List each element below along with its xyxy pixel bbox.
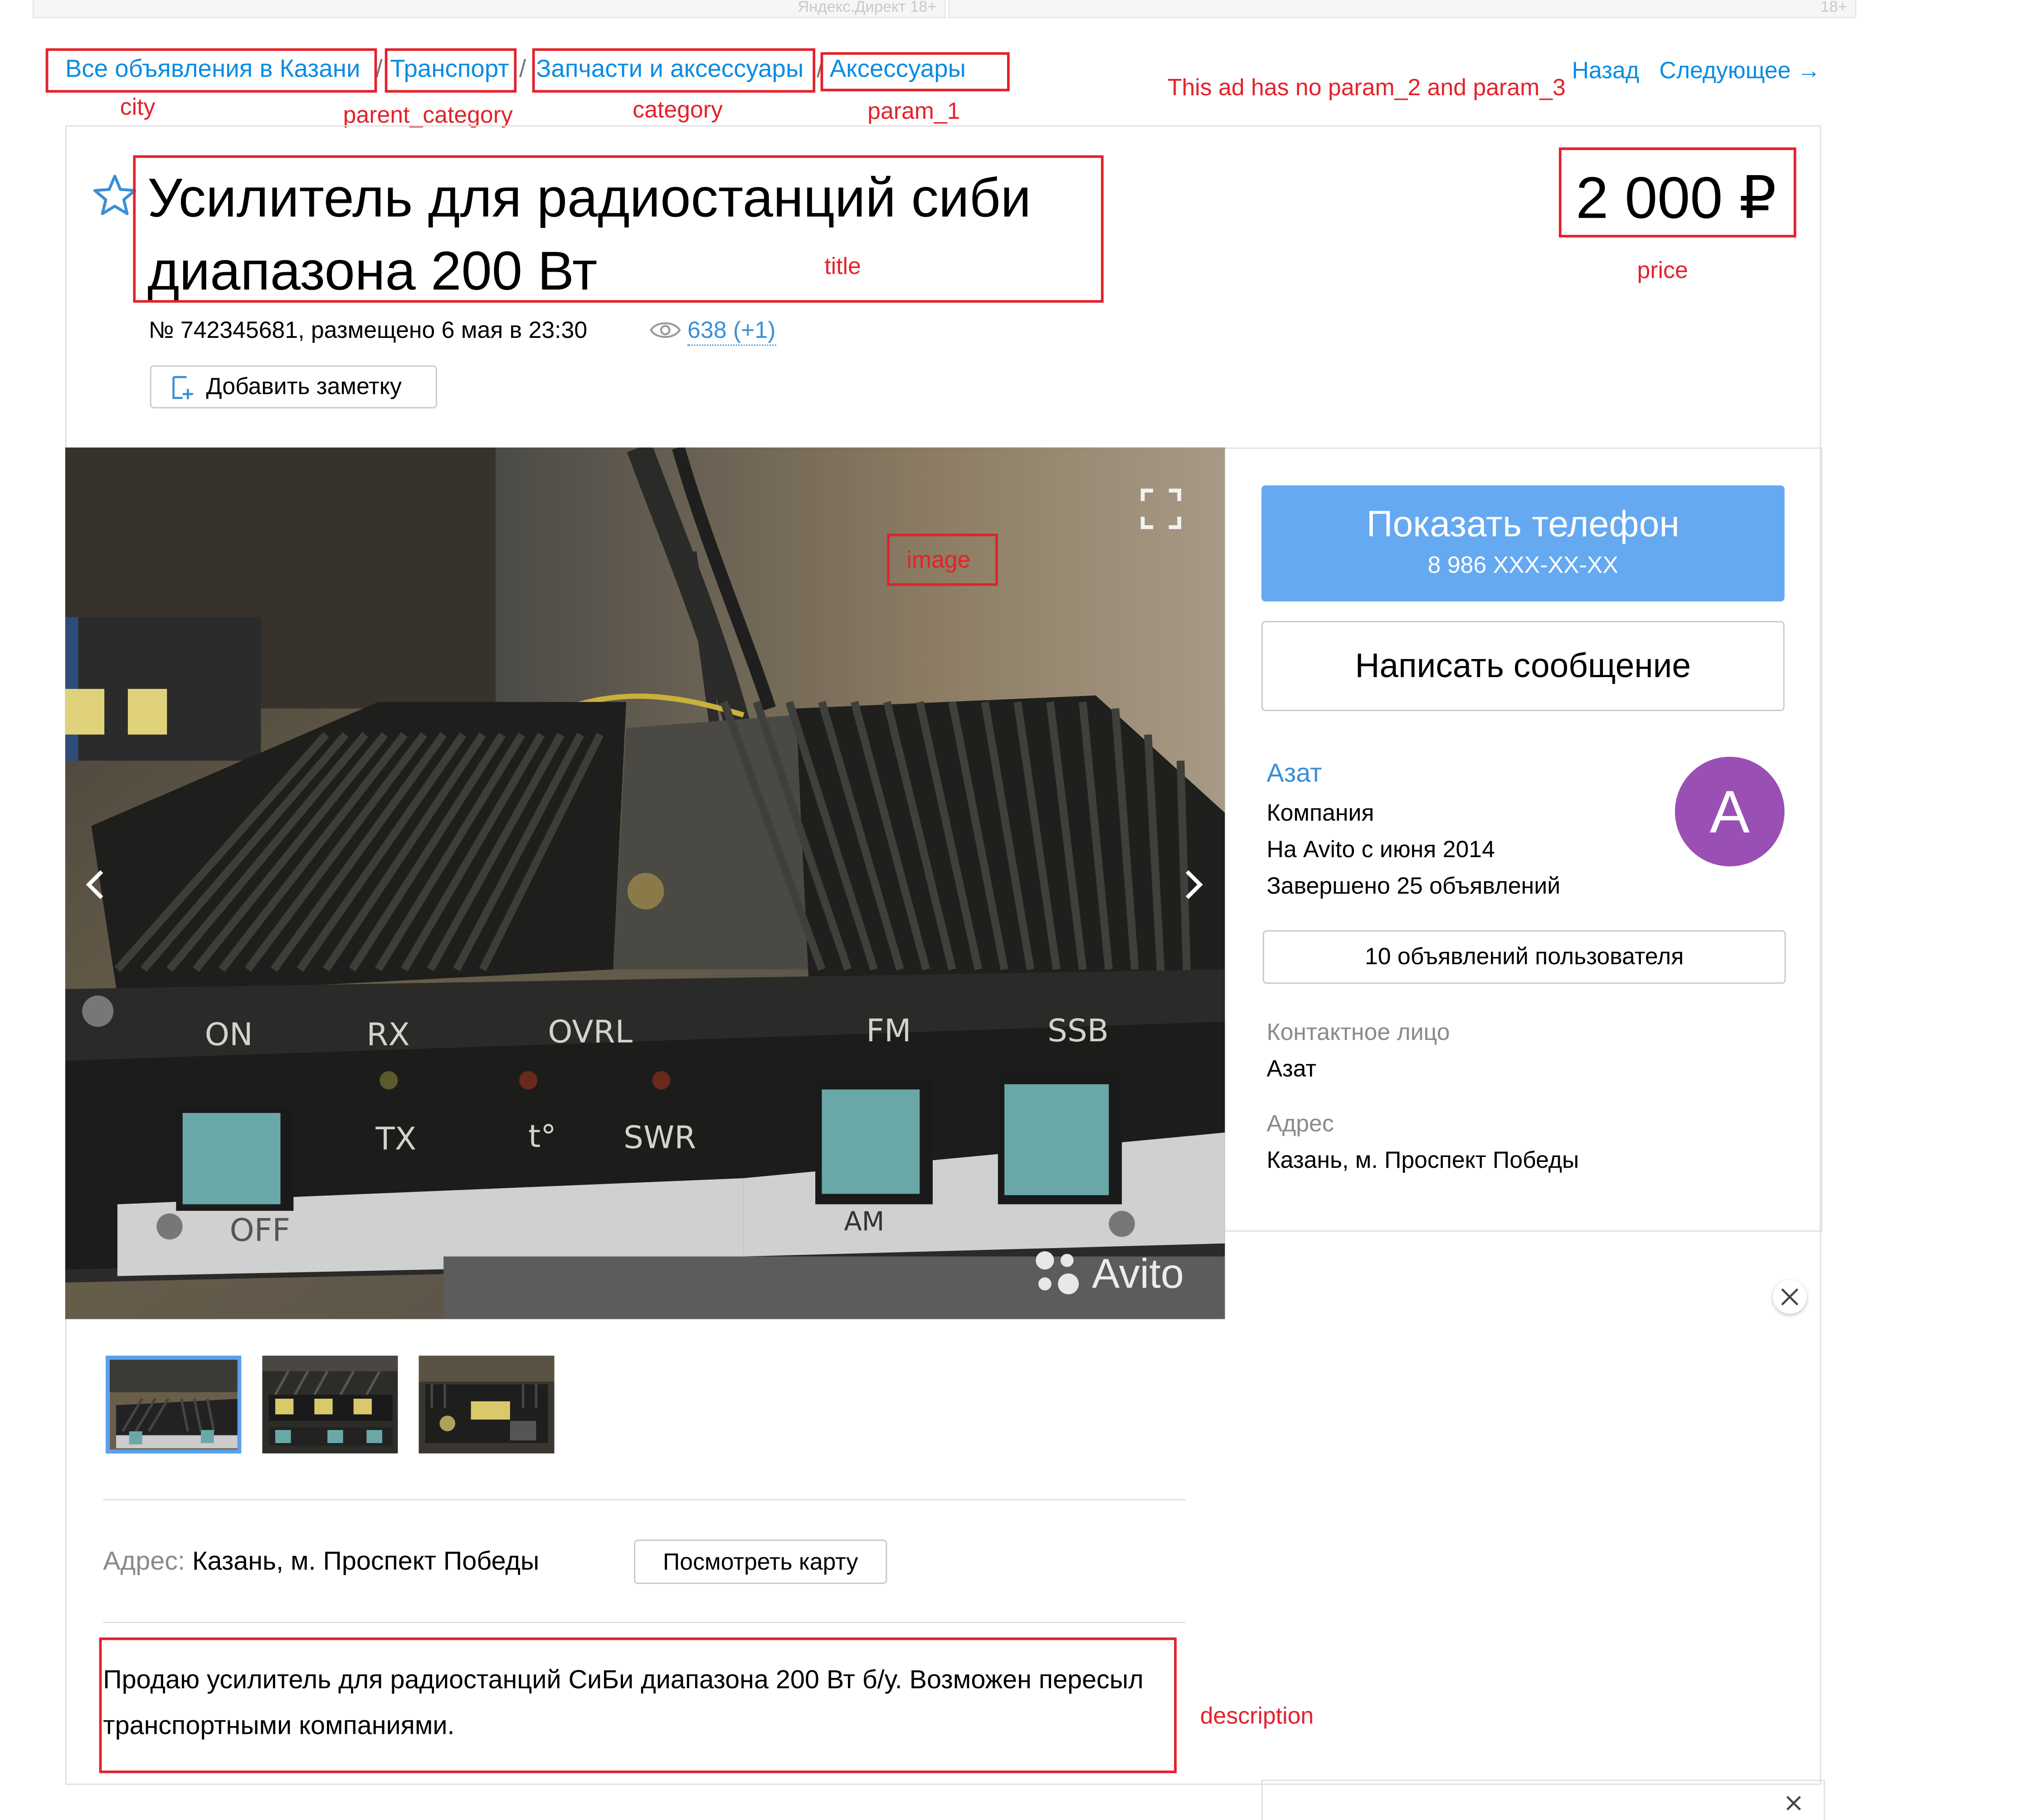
add-note-label: Добавить заметку	[206, 373, 402, 400]
next-link[interactable]: Следующее →	[1659, 56, 1821, 85]
annotation-note: This ad has no param_2 and param_3	[1167, 74, 1566, 101]
photo-label-rx: RX	[366, 1016, 409, 1053]
photo-label-t: t°	[528, 1118, 556, 1155]
contact-person-label: Контактное лицо	[1266, 1019, 1450, 1045]
all-user-ads-button[interactable]: 10 объявлений пользователя	[1262, 930, 1786, 984]
annotation-box-param-1	[820, 52, 1010, 92]
prev-photo-icon[interactable]	[81, 865, 112, 904]
photo-label-swr: SWR	[623, 1120, 696, 1156]
amplifier-photo: ON RX OVRL FM SSB TX t° SWR OFF AM	[65, 447, 1225, 1319]
ad-strip-age-label: 18+	[1821, 0, 1847, 16]
photo-label-on: ON	[205, 1016, 253, 1053]
address-value: Казань, м. Проспект Победы	[192, 1547, 540, 1576]
divider	[103, 1621, 1186, 1623]
contact-address: Казань, м. Проспект Победы	[1266, 1147, 1579, 1173]
close-ad-button[interactable]	[1772, 1280, 1807, 1314]
photo-thumbnail[interactable]	[106, 1356, 242, 1454]
page: Яндекс.Директ 18+ 18+ Все объявления в К…	[0, 0, 2035, 1820]
seller-name[interactable]: Азат	[1266, 758, 1322, 789]
annotation-label-city: city	[120, 94, 156, 120]
photo-label-fm: FM	[866, 1013, 911, 1049]
photo-thumbnail[interactable]	[419, 1356, 555, 1454]
photo-label-ssb: SSB	[1047, 1013, 1109, 1049]
divider	[103, 1499, 1186, 1501]
annotation-label-category: category	[633, 96, 723, 123]
views-count[interactable]: 638 (+1)	[687, 316, 776, 346]
favorite-star-icon[interactable]	[91, 172, 138, 220]
photo-label-ovrl: OVRL	[548, 1014, 633, 1050]
view-map-button[interactable]: Посмотреть карту	[634, 1539, 887, 1584]
write-message-button[interactable]: Написать сообщение	[1261, 621, 1785, 711]
annotation-label-param-1: param_1	[867, 98, 960, 124]
breadcrumb-separator: /	[519, 56, 526, 84]
avatar[interactable]: A	[1675, 756, 1785, 867]
divider	[1821, 447, 1823, 1232]
divider	[1225, 1230, 1823, 1232]
photo-watermark: Avito	[1091, 1250, 1184, 1297]
close-icon[interactable]	[1785, 1794, 1803, 1812]
contact-address-label: Адрес	[1266, 1110, 1334, 1137]
ad-meta: № 742345681, размещено 6 мая в 23:30	[148, 317, 588, 343]
annotation-label-description: description	[1200, 1703, 1314, 1729]
ad-strip-left[interactable]: Яндекс.Директ 18+	[32, 0, 946, 19]
annotation-box-category	[532, 48, 816, 93]
show-phone-label: Показать телефон	[1366, 503, 1680, 544]
show-phone-button[interactable]: Показать телефон 8 986 XXX-XX-XX	[1261, 485, 1785, 602]
phone-masked: 8 986 XXX-XX-XX	[1427, 551, 1618, 578]
note-add-icon	[172, 376, 193, 400]
fullscreen-icon[interactable]	[1135, 483, 1187, 535]
seller-type: Компания	[1266, 800, 1374, 826]
seller-completed: Завершено 25 объявлений	[1266, 873, 1561, 899]
annotation-box-price	[1558, 147, 1796, 238]
thumbnail-image	[109, 1359, 238, 1450]
annotation-label-image: image	[906, 546, 971, 573]
annotation-box-description	[99, 1637, 1177, 1773]
annotation-label-parent-category: parent_category	[343, 102, 513, 128]
photo-label-am: AM	[844, 1206, 884, 1237]
thumbnail-image	[262, 1356, 398, 1454]
annotation-label-title: title	[824, 253, 861, 279]
annotation-box-title	[133, 155, 1104, 303]
close-icon	[1781, 1288, 1798, 1306]
add-note-button[interactable]: Добавить заметку	[150, 365, 437, 409]
thumbnail-image	[419, 1356, 555, 1454]
ad-strip-right[interactable]: 18+	[948, 0, 1856, 19]
eye-icon	[650, 322, 681, 338]
back-link[interactable]: Назад	[1572, 56, 1639, 85]
annotation-label-price: price	[1637, 257, 1688, 283]
annotation-box-parent-category	[385, 48, 517, 93]
seller-since: На Avito с июня 2014	[1266, 836, 1495, 863]
address-row: Адрес: Казань, м. Проспект Победы	[103, 1545, 539, 1579]
main-photo[interactable]: ON RX OVRL FM SSB TX t° SWR OFF AM Avito	[65, 447, 1225, 1319]
bottom-ad-block	[1261, 1780, 1825, 1820]
ad-strip-label: Яндекс.Директ 18+	[798, 0, 937, 16]
avito-logo-icon	[1036, 1251, 1079, 1294]
photo-label-off: OFF	[229, 1212, 290, 1249]
address-label: Адрес:	[103, 1547, 185, 1576]
photo-thumbnail[interactable]	[262, 1356, 398, 1454]
next-photo-icon[interactable]	[1177, 865, 1208, 904]
photo-label-tx: TX	[375, 1121, 416, 1157]
contact-person: Азат	[1266, 1055, 1317, 1082]
annotation-box-city	[45, 48, 377, 93]
